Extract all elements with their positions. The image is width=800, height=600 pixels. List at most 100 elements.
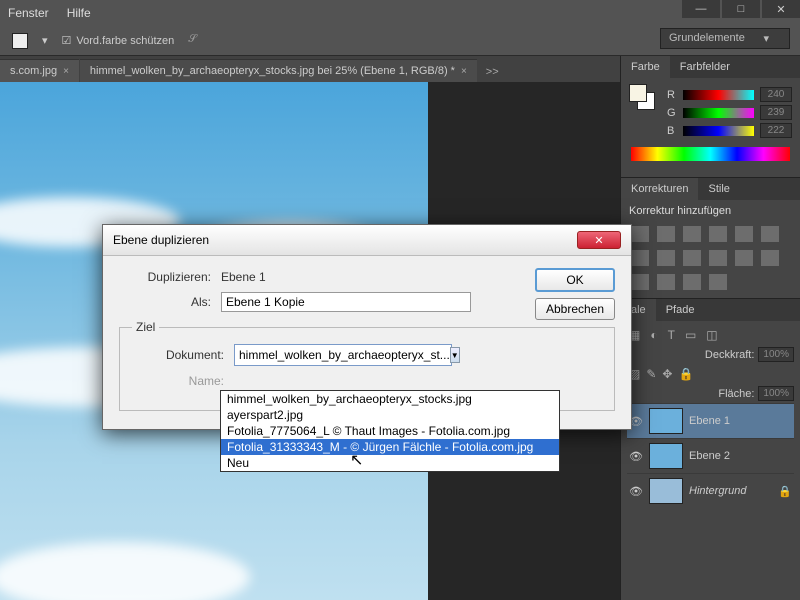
dropdown-option[interactable]: Fotolia_7775064_L © Thaut Images - Fotol… [221, 423, 559, 439]
layer-name: Hintergrund [689, 485, 746, 497]
minimize-button[interactable]: — [682, 0, 720, 18]
destination-legend: Ziel [132, 320, 159, 334]
chevron-down-icon: ▾ [763, 32, 769, 45]
mixer-icon[interactable] [683, 250, 701, 266]
g-value[interactable]: 239 [760, 105, 792, 120]
maximize-button[interactable]: □ [722, 0, 760, 18]
as-label: Als: [119, 295, 211, 309]
poster-icon[interactable] [761, 250, 779, 266]
vibrance-icon[interactable] [735, 226, 753, 242]
adjustment-icons [621, 222, 800, 294]
as-input[interactable] [221, 292, 471, 312]
lock-all-icon[interactable]: 🔒 [678, 367, 693, 381]
brush-icon[interactable]: 𝒮 [188, 33, 208, 49]
layer-thumb [649, 408, 683, 434]
duplicate-label: Duplizieren: [119, 270, 211, 284]
lookup-icon[interactable] [709, 250, 727, 266]
r-value[interactable]: 240 [760, 87, 792, 102]
protect-fg-checkbox[interactable]: ☑ Vord.farbe schützen [62, 34, 175, 47]
opacity-label: Deckkraft: [705, 349, 755, 361]
r-label: R [667, 89, 677, 101]
lock-pos-icon[interactable]: ✥ [662, 367, 672, 381]
workspace-dropdown[interactable]: Grundelemente ▾ [660, 28, 790, 49]
g-slider[interactable] [683, 108, 754, 118]
doc-tab-1-label: s.com.jpg [10, 65, 57, 77]
ok-button[interactable]: OK [535, 268, 615, 292]
document-label: Dokument: [132, 348, 224, 362]
fill-label: Fläche: [718, 388, 754, 400]
spectrum-bar[interactable] [631, 147, 790, 161]
lock-paint-icon[interactable]: ✎ [646, 367, 656, 381]
photo-filter-icon[interactable] [657, 250, 675, 266]
doc-tab-2-label: himmel_wolken_by_archaeopteryx_stocks.jp… [90, 65, 455, 77]
tab-korrekturen[interactable]: Korrekturen [621, 178, 698, 200]
layer-name: Ebene 2 [689, 450, 730, 462]
layer-row-2[interactable]: 👁 Ebene 2 [627, 438, 794, 473]
doc-tab-2[interactable]: himmel_wolken_by_archaeopteryx_stocks.jp… [80, 59, 477, 82]
document-dropdown[interactable]: himmel_wolken_by_archaeopteryx_st... ▼ [234, 344, 452, 366]
curves-icon[interactable] [683, 226, 701, 242]
levels-icon[interactable] [657, 226, 675, 242]
protect-fg-label: Vord.farbe schützen [76, 35, 174, 47]
check-icon: ☑ [62, 34, 72, 47]
tab-farbe[interactable]: Farbe [621, 56, 670, 78]
dialog-title: Ebene duplizieren [113, 233, 209, 247]
tabs-overflow[interactable]: >> [478, 62, 507, 82]
duplicate-value: Ebene 1 [221, 270, 266, 284]
fg-swatch[interactable] [12, 33, 28, 49]
hue-icon[interactable] [761, 226, 779, 242]
dialog-close-button[interactable]: ✕ [577, 231, 621, 249]
eye-icon[interactable]: 👁 [629, 450, 643, 463]
filter-shape-icon[interactable]: ▭ [685, 328, 696, 342]
tab-stile[interactable]: Stile [698, 178, 739, 200]
layers-filter-bar: ▦ ◐ T ▭ ◫ [627, 325, 794, 345]
dialog-titlebar[interactable]: Ebene duplizieren ✕ [103, 225, 631, 256]
selective-icon[interactable] [683, 274, 701, 290]
layer-row-bg[interactable]: 👁 Hintergrund 🔒 [627, 473, 794, 508]
cancel-button[interactable]: Abbrechen [535, 298, 615, 320]
r-slider[interactable] [683, 90, 754, 100]
opacity-value[interactable]: 100% [758, 347, 794, 362]
layer-thumb [649, 478, 683, 504]
adjustments-panel: Korrekturen Stile Korrektur hinzufügen [621, 177, 800, 294]
doc-tab-1[interactable]: s.com.jpg × [0, 59, 79, 82]
brightness-icon[interactable] [631, 226, 649, 242]
dropdown-option[interactable]: ayerspart2.jpg [221, 407, 559, 423]
filter-text-icon[interactable]: T [668, 328, 675, 342]
threshold-icon[interactable] [631, 274, 649, 290]
tab-pfade[interactable]: Pfade [656, 299, 705, 321]
chevron-down-icon: ▼ [450, 347, 460, 363]
filter-adj-icon[interactable]: ◐ [650, 328, 657, 342]
document-dropdown-value: himmel_wolken_by_archaeopteryx_st... [239, 348, 450, 362]
close-icon[interactable]: × [63, 66, 69, 77]
eye-icon[interactable]: 👁 [629, 485, 643, 498]
b-value[interactable]: 222 [760, 123, 792, 138]
gradient-icon[interactable] [657, 274, 675, 290]
color-panel-tabs: Farbe Farbfelder [621, 56, 800, 78]
invert-icon[interactable] [735, 250, 753, 266]
chevron-down-icon[interactable]: ▾ [42, 34, 48, 47]
menu-hilfe[interactable]: Hilfe [67, 6, 91, 20]
dropdown-option[interactable]: himmel_wolken_by_archaeopteryx_stocks.jp… [221, 391, 559, 407]
layer-row-1[interactable]: 👁Ebene 1 [627, 403, 794, 438]
name-label: Name: [132, 374, 224, 388]
tab-farbfelder[interactable]: Farbfelder [670, 56, 740, 78]
b-slider[interactable] [683, 126, 754, 136]
lock-icon: 🔒 [778, 485, 792, 498]
document-dropdown-list: himmel_wolken_by_archaeopteryx_stocks.jp… [220, 390, 560, 472]
add-adjustment-label: Korrektur hinzufügen [621, 200, 800, 222]
filter-smart-icon[interactable]: ◫ [706, 328, 717, 342]
exposure-icon[interactable] [709, 226, 727, 242]
close-icon[interactable]: × [461, 66, 467, 77]
dropdown-option[interactable]: Neu [221, 455, 559, 471]
fill-value[interactable]: 100% [758, 386, 794, 401]
bw-icon[interactable] [631, 250, 649, 266]
layer-name: Ebene 1 [689, 415, 730, 427]
close-button[interactable]: ✕ [762, 0, 800, 18]
fg-bg-swatches[interactable] [629, 84, 655, 141]
more-icon[interactable] [709, 274, 727, 290]
dropdown-option-selected[interactable]: Fotolia_31333343_M - © Jürgen Fälchle - … [221, 439, 559, 455]
b-label: B [667, 125, 677, 137]
layer-thumb [649, 443, 683, 469]
menu-fenster[interactable]: Fenster [8, 6, 49, 20]
